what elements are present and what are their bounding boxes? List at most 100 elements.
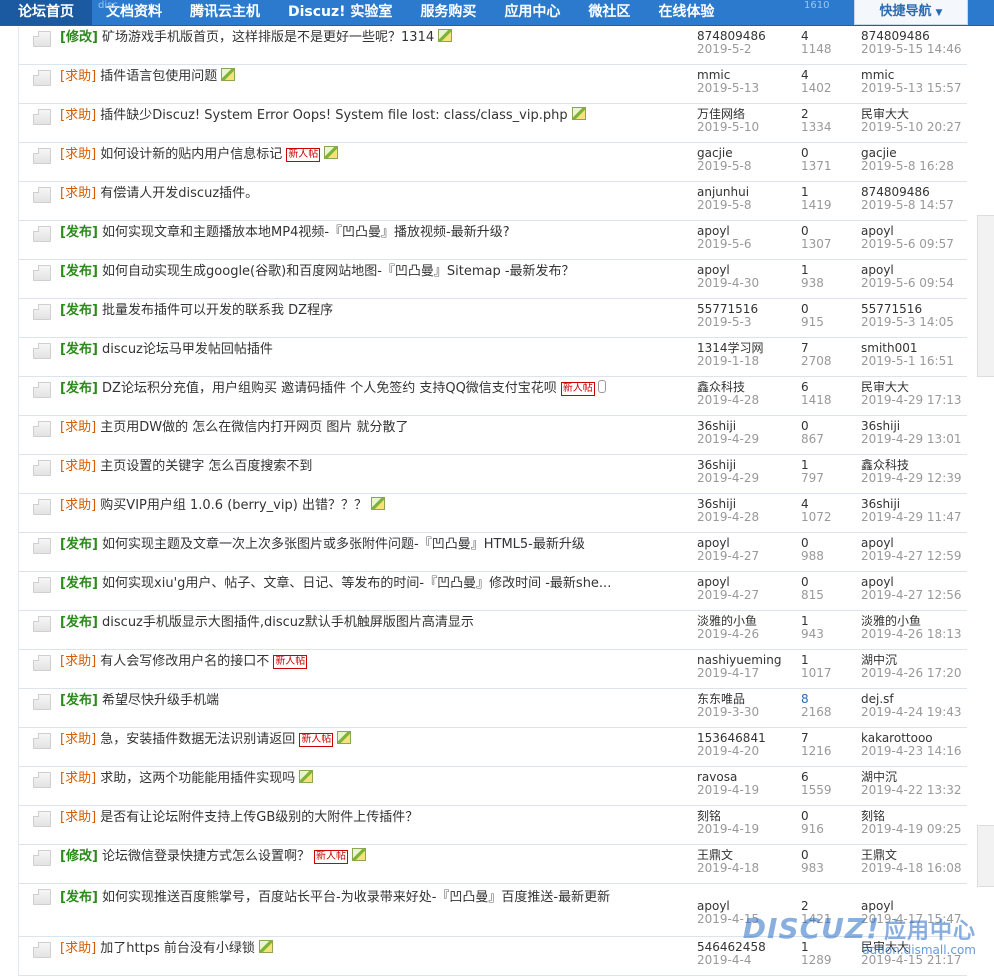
last-post-time[interactable]: 2019-4-19 09:25 (861, 823, 971, 836)
last-post-time[interactable]: 2019-4-29 11:47 (861, 511, 971, 524)
thread-type-link[interactable]: [发布] (60, 576, 98, 591)
thread-folder-icon[interactable] (33, 811, 51, 827)
thread-type-link[interactable]: [发布] (60, 303, 98, 318)
last-post-time[interactable]: 2019-5-10 20:27 (861, 121, 971, 134)
thread-title-link[interactable]: 如何自动实现生成google(谷歌)和百度网站地图-『凹凸曼』Sitemap -… (102, 264, 575, 279)
last-post-time[interactable]: 2019-4-22 13:32 (861, 784, 971, 797)
thread-type-link[interactable]: [发布] (60, 225, 98, 240)
last-post-time[interactable]: 2019-4-29 17:13 (861, 394, 971, 407)
nav-item-4[interactable]: 服务购买 (406, 0, 490, 25)
thread-folder-icon[interactable] (33, 226, 51, 242)
thread-type-link[interactable]: [发布] (60, 615, 98, 630)
thread-folder-icon[interactable] (33, 694, 51, 710)
thread-title-link[interactable]: 如何实现文章和主题播放本地MP4视频-『凹凸曼』播放视频-最新升级? (102, 225, 510, 240)
thread-title-link[interactable]: 矿场游戏手机版首页，这样排版是不是更好一些呢？1314 (102, 30, 434, 45)
thread-title-link[interactable]: 是否有让论坛附件支持上传GB级别的大附件上传插件？ (100, 810, 418, 825)
thread-title-link[interactable]: 如何实现xiu'g用户、帖子、文章、日记、等发布的时间-『凹凸曼』修改时间 -最… (102, 576, 611, 591)
side-scroll-handle[interactable] (977, 215, 994, 377)
thread-type-link[interactable]: [修改] (60, 849, 98, 864)
thread-folder-icon[interactable] (33, 499, 51, 515)
nav-item-3[interactable]: Discuz! 实验室 (274, 0, 406, 25)
thread-folder-icon[interactable] (33, 304, 51, 320)
thread-title-link[interactable]: discuz手机版显示大图插件,discuz默认手机触屏版图片高清显示 (102, 615, 474, 630)
thread-type-link[interactable]: [求助] (60, 771, 96, 786)
thread-type-link[interactable]: [求助] (60, 147, 96, 162)
thread-type-link[interactable]: [求助] (60, 732, 96, 747)
thread-folder-icon[interactable] (33, 109, 51, 125)
thread-folder-icon[interactable] (33, 655, 51, 671)
thread-folder-icon[interactable] (33, 850, 51, 866)
thread-type-link[interactable]: [发布] (60, 890, 98, 905)
thread-title-link[interactable]: 主页设置的关键字 怎么百度搜索不到 (100, 459, 312, 474)
last-post-time[interactable]: 2019-4-26 18:13 (861, 628, 971, 641)
quick-nav-button[interactable]: 快捷导航 ▼ (854, 0, 968, 25)
last-post-time[interactable]: 2019-5-13 15:57 (861, 82, 971, 95)
thread-title-link[interactable]: 批量发布插件可以开发的联系我 DZ程序 (102, 303, 333, 318)
thread-title-link[interactable]: 插件缺少Discuz! System Error Oops! System fi… (100, 108, 567, 123)
thread-folder-icon[interactable] (33, 577, 51, 593)
thread-folder-icon[interactable] (33, 265, 51, 281)
thread-folder-icon[interactable] (33, 343, 51, 359)
nav-item-5[interactable]: 应用中心 (490, 0, 574, 25)
thread-title-link[interactable]: 如何实现推送百度熊掌号，百度站长平台-为收录带来好处-『凹凸曼』百度推送-最新更… (102, 890, 610, 905)
thread-type-link[interactable]: [发布] (60, 693, 98, 708)
last-post-time[interactable]: 2019-4-24 19:43 (861, 706, 971, 719)
thread-type-link[interactable]: [求助] (60, 498, 96, 513)
last-post-time[interactable]: 2019-5-15 14:46 (861, 43, 971, 56)
last-post-time[interactable]: 2019-4-27 12:59 (861, 550, 971, 563)
thread-title-link[interactable]: 有人会写修改用户名的接口不 (100, 654, 269, 669)
thread-title-link[interactable]: 如何实现主题及文章一次上次多张图片或多张附件问题-『凹凸曼』HTML5-最新升级 (102, 537, 585, 552)
thread-title-link[interactable]: 如何设计新的贴内用户信息标记 (100, 147, 282, 162)
thread-folder-icon[interactable] (33, 460, 51, 476)
nav-item-0[interactable]: 论坛首页 (0, 0, 92, 25)
thread-type-link[interactable]: [求助] (60, 654, 96, 669)
nav-item-6[interactable]: 微社区 (574, 0, 644, 25)
thread-type-link[interactable]: [求助] (60, 69, 96, 84)
thread-folder-icon[interactable] (33, 421, 51, 437)
thread-folder-icon[interactable] (33, 382, 51, 398)
thread-type-link[interactable]: [发布] (60, 537, 98, 552)
thread-title-link[interactable]: DZ论坛积分充值，用户组购买 邀请码插件 个人免签约 支持QQ微信支付宝花呗 (102, 381, 557, 396)
thread-title-link[interactable]: 购买VIP用户组 1.0.6 (berry_vip) 出错？？？ (100, 498, 367, 513)
thread-folder-icon[interactable] (33, 148, 51, 164)
thread-folder-icon[interactable] (33, 772, 51, 788)
thread-type-link[interactable]: [求助] (60, 186, 96, 201)
thread-folder-icon[interactable] (33, 616, 51, 632)
thread-type-link[interactable]: [求助] (60, 459, 96, 474)
thread-title-link[interactable]: 加了https 前台没有小绿锁 (100, 941, 255, 956)
thread-folder-icon[interactable] (33, 31, 51, 47)
last-post-time[interactable]: 2019-4-29 12:39 (861, 472, 971, 485)
thread-title-link[interactable]: 主页用DW做的 怎么在微信内打开网页 图片 就分散了 (100, 420, 408, 435)
last-post-time[interactable]: 2019-5-6 09:57 (861, 238, 971, 251)
thread-title-link[interactable]: 急，安装插件数据无法识别请返回 (100, 732, 295, 747)
thread-type-link[interactable]: [发布] (60, 381, 98, 396)
thread-folder-icon[interactable] (33, 942, 51, 958)
thread-folder-icon[interactable] (33, 538, 51, 554)
thread-title-link[interactable]: 论坛微信登录快捷方式怎么设置啊？ (102, 849, 310, 864)
thread-title-link[interactable]: 求助，这两个功能能用插件实现吗 (100, 771, 295, 786)
nav-item-2[interactable]: 腾讯云主机 (176, 0, 274, 25)
nav-item-7[interactable]: 在线体验 (644, 0, 728, 25)
thread-type-link[interactable]: [求助] (60, 941, 96, 956)
thread-type-link[interactable]: [求助] (60, 420, 96, 435)
last-post-time[interactable]: 2019-5-8 16:28 (861, 160, 971, 173)
last-post-time[interactable]: 2019-4-18 16:08 (861, 862, 971, 875)
thread-type-link[interactable]: [发布] (60, 342, 98, 357)
thread-title-link[interactable]: 希望尽快升级手机端 (102, 693, 219, 708)
thread-title-link[interactable]: 有偿请人开发discuz插件。 (100, 186, 258, 201)
thread-type-link[interactable]: [求助] (60, 108, 96, 123)
thread-title-link[interactable]: discuz论坛马甲发帖回帖插件 (102, 342, 273, 357)
thread-folder-icon[interactable] (33, 70, 51, 86)
thread-type-link[interactable]: [修改] (60, 30, 98, 45)
last-post-time[interactable]: 2019-5-8 14:57 (861, 199, 971, 212)
last-post-time[interactable]: 2019-5-6 09:54 (861, 277, 971, 290)
thread-folder-icon[interactable] (33, 889, 51, 905)
last-post-time[interactable]: 2019-5-3 14:05 (861, 316, 971, 329)
side-feedback-handle[interactable] (977, 825, 994, 887)
last-post-time[interactable]: 2019-4-27 12:56 (861, 589, 971, 602)
thread-title-link[interactable]: 插件语言包使用问题 (100, 69, 217, 84)
thread-type-link[interactable]: [发布] (60, 264, 98, 279)
last-post-time[interactable]: 2019-4-26 17:20 (861, 667, 971, 680)
last-post-time[interactable]: 2019-5-1 16:51 (861, 355, 971, 368)
last-post-time[interactable]: 2019-4-23 14:16 (861, 745, 971, 758)
